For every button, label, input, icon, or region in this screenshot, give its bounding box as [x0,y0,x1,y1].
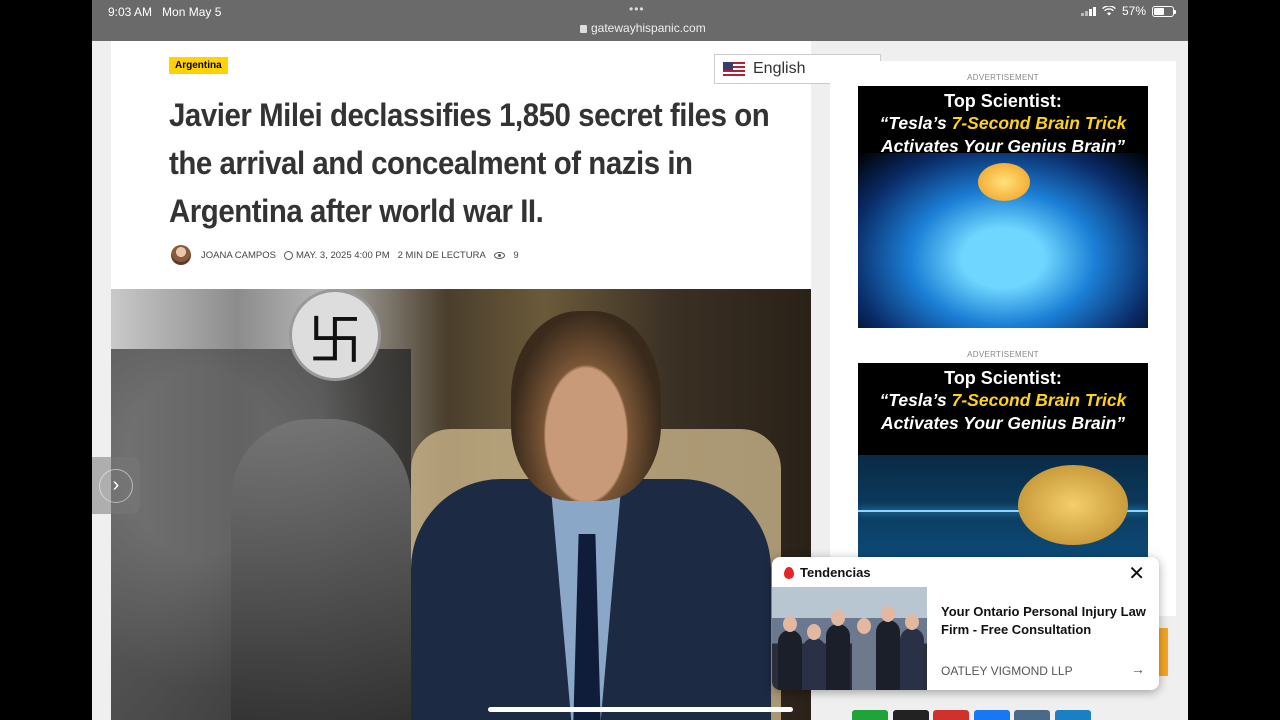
address-bar[interactable]: gatewayhispanic.com [580,21,706,35]
battery-icon [1152,5,1176,17]
ad-subhead: “Tesla’s 7-Second Brain Trick Activates … [879,113,1127,156]
chevron-right-icon[interactable]: › [99,468,133,503]
close-icon[interactable]: ✕ [1128,561,1145,586]
category-badge[interactable]: Argentina [169,57,228,74]
popup-sponsor[interactable]: OATLEY VIGMOND LLP [941,664,1073,678]
hero-portrait-head [511,311,661,501]
share-button[interactable] [1014,710,1050,720]
battery-percent: 57% [1121,4,1146,18]
eye-icon [493,251,505,259]
side-nav-handle[interactable]: › [92,457,140,514]
author-name[interactable]: JOANA CAMPOS [201,250,276,261]
ad-headline: Top Scientist: [944,91,1062,111]
read-time: 2 MIN DE LECTURA [397,249,486,261]
sidebar-accent [1159,628,1168,676]
us-flag-icon [723,61,745,77]
ad-illustration [858,455,1148,563]
popup-header: Tendencias [784,565,871,580]
home-indicator[interactable] [488,707,793,712]
fire-icon [784,566,794,579]
article-title: Javier Milei declassifies 1,850 secret f… [169,97,770,229]
ipad-screen: 9:03 AM Mon May 5 ••• gatewayhispanic.co… [92,0,1188,720]
status-bar: 9:03 AM Mon May 5 ••• gatewayhispanic.co… [92,0,1188,41]
brain-icon [978,163,1030,201]
hero-flag-emblem: 卐 [289,289,381,381]
wifi-icon [1102,6,1116,16]
status-time: 9:03 AM Mon May 5 [108,5,222,19]
share-button[interactable] [1054,710,1091,720]
popup-title: Tendencias [800,565,871,580]
share-button[interactable] [852,710,888,720]
ad-illustration [858,153,1148,328]
ad-label: ADVERTISEMENT [967,73,1039,82]
cellular-signal-icon [1080,6,1096,16]
article-meta: JOANA CAMPOS MAY. 3, 2025 4:00 PM 2 MIN … [171,245,527,265]
author-avatar[interactable] [171,245,191,265]
brain-icon [1018,465,1128,545]
lock-icon [580,25,587,33]
view-count: 9 [493,250,519,261]
hero-officer-figure [231,419,411,720]
share-button[interactable] [892,710,929,720]
hero-image: 卐 [111,289,811,720]
clock-icon [283,250,293,260]
share-button[interactable] [973,710,1010,720]
share-button[interactable] [933,710,969,720]
language-value: English [753,60,806,77]
multitask-dots[interactable]: ••• [629,2,645,16]
status-indicators: 57% [1080,4,1176,18]
popup-thumbnail[interactable] [772,587,927,690]
ad-headline: Top Scientist: [944,368,1062,388]
popup-headline[interactable]: Your Ontario Personal Injury Law Firm - … [941,603,1146,639]
sidebar: ADVERTISEMENT Top Scientist: “Tesla’s 7-… [830,61,1176,616]
article: Argentina Javier Milei declassifies 1,85… [111,41,811,720]
ad-banner-2[interactable]: Top Scientist: “Tesla’s 7-Second Brain T… [858,363,1148,563]
ad-subhead: “Tesla’s 7-Second Brain Trick Activates … [879,390,1127,433]
arrow-right-icon[interactable]: → [1131,661,1145,677]
publish-date: MAY. 3, 2025 4:00 PM [283,250,390,261]
ad-label: ADVERTISEMENT [967,350,1039,359]
trending-popup[interactable]: Tendencias ✕ Your Ontario Personal Injur… [772,557,1159,690]
ad-banner-1[interactable]: Top Scientist: “Tesla’s 7-Second Brain T… [858,86,1148,328]
